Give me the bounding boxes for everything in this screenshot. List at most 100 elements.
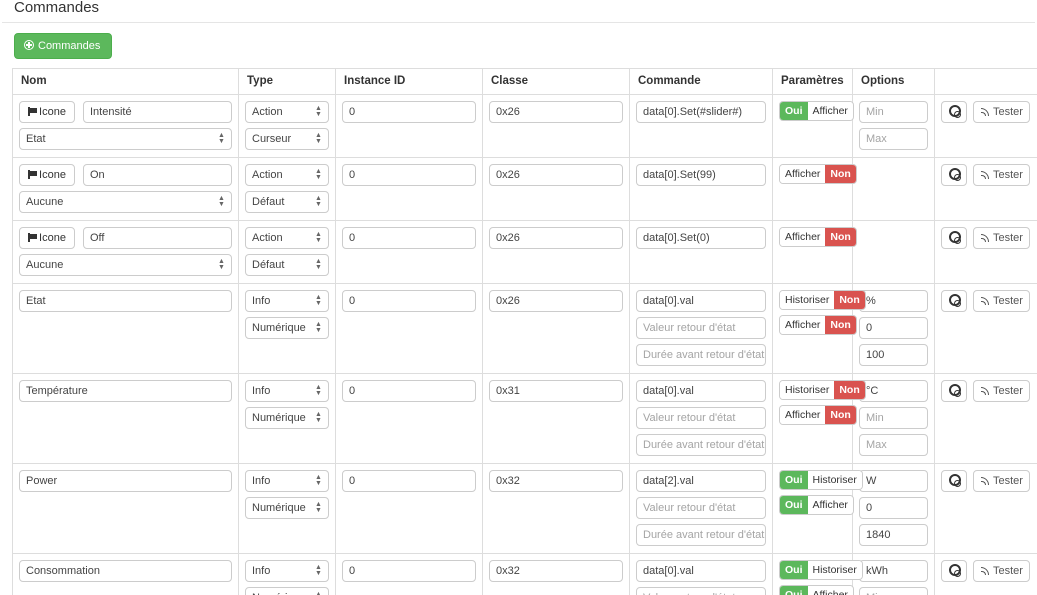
instance-id-input[interactable]: 0 [342, 470, 476, 492]
param-oui-toggle[interactable]: Oui Afficher [779, 101, 854, 121]
configure-button[interactable] [941, 164, 967, 186]
command-subtype-select[interactable]: Curseur ▲ ▼ [245, 128, 329, 150]
instance-id-input[interactable]: 0 [342, 560, 476, 582]
command-type-select[interactable]: Info ▲ ▼ [245, 290, 329, 312]
configure-button[interactable] [941, 227, 967, 249]
configure-button[interactable] [941, 470, 967, 492]
option-input-1[interactable]: Min [859, 101, 928, 123]
param-oui-toggle[interactable]: Oui Historiser [779, 560, 863, 580]
instance-id-input[interactable]: 0 [342, 227, 476, 249]
command-subtype-select[interactable]: Numérique▲▼ [245, 317, 329, 339]
command-state-select[interactable]: Aucune ▲ ▼ [19, 254, 232, 276]
command-value-input[interactable]: data[0].Set(99) [636, 164, 766, 186]
param-oui-toggle-left[interactable]: Oui [780, 102, 808, 120]
command-value-input[interactable]: data[2].val [636, 470, 766, 492]
param-oui-toggle-right[interactable]: Historiser [807, 471, 862, 489]
param-afficher-toggle-right[interactable]: Non [825, 316, 856, 334]
classe-input[interactable]: 0x26 [489, 164, 623, 186]
param-afficher-toggle-right[interactable]: Non [825, 165, 856, 183]
command-state-select[interactable]: Aucune ▲ ▼ [19, 191, 232, 213]
param-oui-toggle-left[interactable]: Oui [780, 496, 808, 514]
option-input-1[interactable]: % [859, 290, 928, 312]
command-value-input[interactable]: data[0].Set(0) [636, 227, 766, 249]
param-oui-toggle-right[interactable]: Historiser [807, 561, 862, 579]
command-subtype-select[interactable]: Numérique▲▼ [245, 587, 329, 595]
command-name-input[interactable]: On [83, 164, 232, 186]
configure-button[interactable] [941, 380, 967, 402]
param-afficher-toggle-right[interactable]: Non [825, 406, 856, 424]
param-afficher-toggle-left[interactable]: Afficher [780, 406, 826, 424]
command-type-select[interactable]: Action ▲ ▼ [245, 164, 329, 186]
command-value-input[interactable]: data[0].Set(#slider#) [636, 101, 766, 123]
command-subtype-select[interactable]: Défaut ▲ ▼ [245, 254, 329, 276]
instance-id-input[interactable]: 0 [342, 164, 476, 186]
test-button[interactable]: Tester [973, 560, 1030, 582]
test-button[interactable]: Tester [973, 101, 1030, 123]
add-command-button[interactable]: Commandes [14, 33, 113, 59]
classe-input[interactable]: 0x26 [489, 101, 623, 123]
icon-picker-button[interactable]: Icone [19, 101, 75, 123]
instance-id-input[interactable]: 0 [342, 101, 476, 123]
test-button[interactable]: Tester [973, 380, 1030, 402]
test-button[interactable]: Tester [973, 290, 1030, 312]
option-input-1[interactable]: °C [859, 380, 928, 402]
option-input-2[interactable]: Min [859, 407, 928, 429]
param-historiser-toggle-right[interactable]: Non [834, 381, 865, 399]
command-name-input[interactable]: Off [83, 227, 232, 249]
option-input-2[interactable]: Max [859, 128, 928, 150]
classe-input[interactable]: 0x32 [489, 470, 623, 492]
command-type-select[interactable]: Info ▲ ▼ [245, 380, 329, 402]
command-value-input[interactable]: data[0].val [636, 380, 766, 402]
param-oui-toggle[interactable]: Oui Historiser [779, 470, 863, 490]
classe-input[interactable]: 0x32 [489, 560, 623, 582]
param-afficher-toggle-left[interactable]: Afficher [780, 165, 826, 183]
instance-id-input[interactable]: 0 [342, 290, 476, 312]
param-oui-toggle-left[interactable]: Oui [780, 561, 808, 579]
command-name-input[interactable]: Consommation [19, 560, 232, 582]
classe-input[interactable]: 0x26 [489, 290, 623, 312]
param-oui-toggle-left[interactable]: Oui [780, 471, 808, 489]
option-input-2[interactable]: 0 [859, 497, 928, 519]
command-return-value-input[interactable]: Valeur retour d'état [636, 317, 766, 339]
option-input-2[interactable]: Min [859, 587, 928, 595]
param-oui-toggle[interactable]: Oui Afficher [779, 495, 854, 515]
classe-input[interactable]: 0x26 [489, 227, 623, 249]
configure-button[interactable] [941, 560, 967, 582]
icon-picker-button[interactable]: Icone [19, 164, 75, 186]
test-button[interactable]: Tester [973, 227, 1030, 249]
param-historiser-toggle-left[interactable]: Historiser [780, 291, 835, 309]
param-oui-toggle-right[interactable]: Afficher [807, 586, 853, 595]
command-return-value-input[interactable]: Valeur retour d'état [636, 587, 766, 595]
classe-input[interactable]: 0x31 [489, 380, 623, 402]
configure-button[interactable] [941, 290, 967, 312]
param-afficher-toggle[interactable]: Afficher Non [779, 164, 857, 184]
param-afficher-toggle-left[interactable]: Afficher [780, 316, 826, 334]
param-oui-toggle-right[interactable]: Afficher [807, 102, 853, 120]
command-return-delay-input[interactable]: Durée avant retour d'état (min) [636, 434, 766, 456]
option-input-1[interactable]: W [859, 470, 928, 492]
param-historiser-toggle[interactable]: Historiser Non [779, 290, 866, 310]
param-afficher-toggle[interactable]: Afficher Non [779, 405, 857, 425]
command-type-select[interactable]: Action ▲ ▼ [245, 227, 329, 249]
param-historiser-toggle-left[interactable]: Historiser [780, 381, 835, 399]
param-oui-toggle[interactable]: Oui Afficher [779, 585, 854, 595]
command-return-delay-input[interactable]: Durée avant retour d'état (min) [636, 524, 766, 546]
command-type-select[interactable]: Action ▲ ▼ [245, 101, 329, 123]
param-afficher-toggle-right[interactable]: Non [825, 228, 856, 246]
command-return-value-input[interactable]: Valeur retour d'état [636, 407, 766, 429]
command-name-input[interactable]: Température [19, 380, 232, 402]
option-input-3[interactable]: 1840 [859, 524, 928, 546]
command-name-input[interactable]: Intensité [83, 101, 232, 123]
command-name-input[interactable]: Power [19, 470, 232, 492]
command-subtype-select[interactable]: Numérique▲▼ [245, 497, 329, 519]
test-button[interactable]: Tester [973, 164, 1030, 186]
configure-button[interactable] [941, 101, 967, 123]
command-name-input[interactable]: Etat [19, 290, 232, 312]
option-input-3[interactable]: Max [859, 434, 928, 456]
command-return-value-input[interactable]: Valeur retour d'état [636, 497, 766, 519]
command-state-select[interactable]: Etat ▲ ▼ [19, 128, 232, 150]
param-oui-toggle-left[interactable]: Oui [780, 586, 808, 595]
param-afficher-toggle[interactable]: Afficher Non [779, 315, 857, 335]
param-historiser-toggle[interactable]: Historiser Non [779, 380, 866, 400]
param-oui-toggle-right[interactable]: Afficher [807, 496, 853, 514]
